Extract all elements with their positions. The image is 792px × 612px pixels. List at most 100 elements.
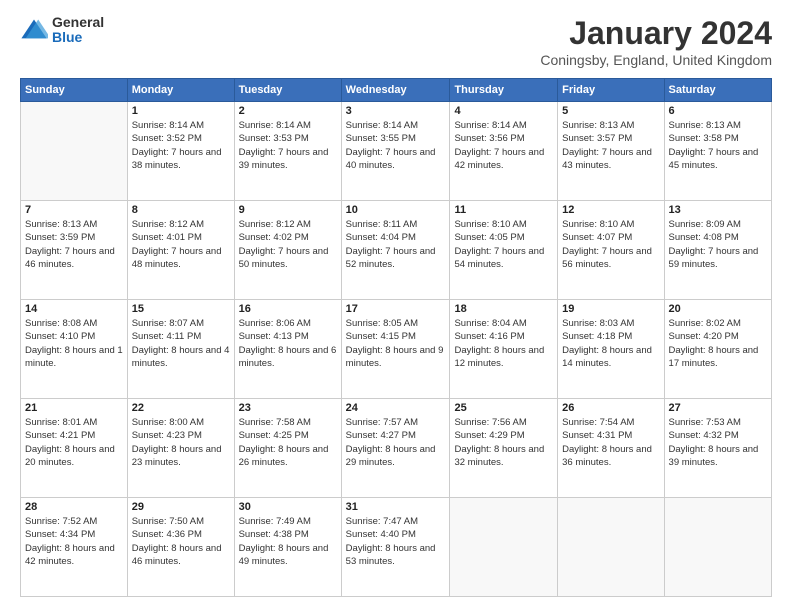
col-monday: Monday <box>127 79 234 102</box>
cell-sunrise: Sunrise: 7:57 AM <box>346 416 446 429</box>
cell-daylight: Daylight: 8 hours and 14 minutes. <box>562 344 659 371</box>
cell-sunrise: Sunrise: 8:10 AM <box>562 218 659 231</box>
cell-day-number: 18 <box>454 303 553 315</box>
calendar-week-row: 14 Sunrise: 8:08 AM Sunset: 4:10 PM Dayl… <box>21 300 772 399</box>
logo-general-label: General <box>52 15 104 30</box>
cell-sunrise: Sunrise: 8:05 AM <box>346 317 446 330</box>
cell-day-number: 8 <box>132 204 230 216</box>
table-row: 6 Sunrise: 8:13 AM Sunset: 3:58 PM Dayli… <box>664 102 771 201</box>
cell-daylight: Daylight: 7 hours and 56 minutes. <box>562 245 659 272</box>
cell-sunset: Sunset: 4:23 PM <box>132 429 230 442</box>
cell-sunset: Sunset: 4:04 PM <box>346 231 446 244</box>
cell-sunset: Sunset: 3:57 PM <box>562 132 659 145</box>
cell-sunset: Sunset: 4:21 PM <box>25 429 123 442</box>
cell-daylight: Daylight: 7 hours and 59 minutes. <box>669 245 767 272</box>
cell-day-number: 21 <box>25 402 123 414</box>
table-row: 27 Sunrise: 7:53 AM Sunset: 4:32 PM Dayl… <box>664 399 771 498</box>
cell-daylight: Daylight: 8 hours and 17 minutes. <box>669 344 767 371</box>
table-row: 19 Sunrise: 8:03 AM Sunset: 4:18 PM Dayl… <box>558 300 664 399</box>
cell-day-number: 17 <box>346 303 446 315</box>
cell-day-number: 13 <box>669 204 767 216</box>
table-row: 1 Sunrise: 8:14 AM Sunset: 3:52 PM Dayli… <box>127 102 234 201</box>
cell-sunset: Sunset: 4:36 PM <box>132 528 230 541</box>
cell-sunset: Sunset: 4:20 PM <box>669 330 767 343</box>
cell-day-number: 5 <box>562 105 659 117</box>
cell-sunset: Sunset: 4:25 PM <box>239 429 337 442</box>
cell-sunset: Sunset: 4:15 PM <box>346 330 446 343</box>
cell-sunrise: Sunrise: 8:13 AM <box>669 119 767 132</box>
cell-day-number: 9 <box>239 204 337 216</box>
table-row: 24 Sunrise: 7:57 AM Sunset: 4:27 PM Dayl… <box>341 399 450 498</box>
cell-sunset: Sunset: 4:02 PM <box>239 231 337 244</box>
cell-daylight: Daylight: 7 hours and 52 minutes. <box>346 245 446 272</box>
cell-sunrise: Sunrise: 8:14 AM <box>346 119 446 132</box>
cell-sunset: Sunset: 4:07 PM <box>562 231 659 244</box>
cell-day-number: 4 <box>454 105 553 117</box>
col-friday: Friday <box>558 79 664 102</box>
table-row: 12 Sunrise: 8:10 AM Sunset: 4:07 PM Dayl… <box>558 201 664 300</box>
cell-day-number: 31 <box>346 501 446 513</box>
cell-sunrise: Sunrise: 8:06 AM <box>239 317 337 330</box>
table-row: 15 Sunrise: 8:07 AM Sunset: 4:11 PM Dayl… <box>127 300 234 399</box>
cell-daylight: Daylight: 8 hours and 46 minutes. <box>132 542 230 569</box>
cell-daylight: Daylight: 7 hours and 48 minutes. <box>132 245 230 272</box>
cell-sunrise: Sunrise: 8:12 AM <box>132 218 230 231</box>
cell-daylight: Daylight: 8 hours and 1 minute. <box>25 344 123 371</box>
table-row: 22 Sunrise: 8:00 AM Sunset: 4:23 PM Dayl… <box>127 399 234 498</box>
cell-sunrise: Sunrise: 8:03 AM <box>562 317 659 330</box>
header: General Blue January 2024 Coningsby, Eng… <box>20 15 772 68</box>
cell-sunrise: Sunrise: 8:14 AM <box>239 119 337 132</box>
cell-sunrise: Sunrise: 7:52 AM <box>25 515 123 528</box>
cell-sunrise: Sunrise: 8:14 AM <box>454 119 553 132</box>
cell-sunset: Sunset: 4:13 PM <box>239 330 337 343</box>
cell-sunset: Sunset: 4:18 PM <box>562 330 659 343</box>
cell-day-number: 28 <box>25 501 123 513</box>
month-title: January 2024 <box>540 15 772 52</box>
cell-sunrise: Sunrise: 7:54 AM <box>562 416 659 429</box>
cell-day-number: 11 <box>454 204 553 216</box>
table-row: 3 Sunrise: 8:14 AM Sunset: 3:55 PM Dayli… <box>341 102 450 201</box>
cell-sunrise: Sunrise: 8:13 AM <box>25 218 123 231</box>
cell-daylight: Daylight: 7 hours and 46 minutes. <box>25 245 123 272</box>
cell-sunrise: Sunrise: 7:49 AM <box>239 515 337 528</box>
calendar-week-row: 7 Sunrise: 8:13 AM Sunset: 3:59 PM Dayli… <box>21 201 772 300</box>
cell-sunrise: Sunrise: 7:58 AM <box>239 416 337 429</box>
cell-sunset: Sunset: 3:55 PM <box>346 132 446 145</box>
table-row: 29 Sunrise: 7:50 AM Sunset: 4:36 PM Dayl… <box>127 498 234 597</box>
table-row: 28 Sunrise: 7:52 AM Sunset: 4:34 PM Dayl… <box>21 498 128 597</box>
logo: General Blue <box>20 15 104 46</box>
table-row: 13 Sunrise: 8:09 AM Sunset: 4:08 PM Dayl… <box>664 201 771 300</box>
table-row: 9 Sunrise: 8:12 AM Sunset: 4:02 PM Dayli… <box>234 201 341 300</box>
cell-daylight: Daylight: 8 hours and 42 minutes. <box>25 542 123 569</box>
cell-sunset: Sunset: 4:38 PM <box>239 528 337 541</box>
table-row: 2 Sunrise: 8:14 AM Sunset: 3:53 PM Dayli… <box>234 102 341 201</box>
table-row: 26 Sunrise: 7:54 AM Sunset: 4:31 PM Dayl… <box>558 399 664 498</box>
cell-day-number: 29 <box>132 501 230 513</box>
table-row: 18 Sunrise: 8:04 AM Sunset: 4:16 PM Dayl… <box>450 300 558 399</box>
calendar-week-row: 28 Sunrise: 7:52 AM Sunset: 4:34 PM Dayl… <box>21 498 772 597</box>
cell-sunrise: Sunrise: 8:02 AM <box>669 317 767 330</box>
cell-sunset: Sunset: 3:58 PM <box>669 132 767 145</box>
cell-day-number: 24 <box>346 402 446 414</box>
calendar-header-row: Sunday Monday Tuesday Wednesday Thursday… <box>21 79 772 102</box>
cell-daylight: Daylight: 7 hours and 38 minutes. <box>132 146 230 173</box>
cell-sunrise: Sunrise: 8:10 AM <box>454 218 553 231</box>
cell-sunset: Sunset: 3:53 PM <box>239 132 337 145</box>
cell-sunset: Sunset: 4:40 PM <box>346 528 446 541</box>
cell-sunset: Sunset: 4:05 PM <box>454 231 553 244</box>
cell-daylight: Daylight: 8 hours and 20 minutes. <box>25 443 123 470</box>
cell-day-number: 14 <box>25 303 123 315</box>
cell-sunrise: Sunrise: 8:09 AM <box>669 218 767 231</box>
cell-day-number: 26 <box>562 402 659 414</box>
calendar-table: Sunday Monday Tuesday Wednesday Thursday… <box>20 78 772 597</box>
cell-sunrise: Sunrise: 8:00 AM <box>132 416 230 429</box>
cell-day-number: 27 <box>669 402 767 414</box>
cell-daylight: Daylight: 8 hours and 39 minutes. <box>669 443 767 470</box>
logo-text: General Blue <box>52 15 104 46</box>
table-row: 20 Sunrise: 8:02 AM Sunset: 4:20 PM Dayl… <box>664 300 771 399</box>
cell-daylight: Daylight: 8 hours and 32 minutes. <box>454 443 553 470</box>
cell-daylight: Daylight: 7 hours and 50 minutes. <box>239 245 337 272</box>
calendar-week-row: 21 Sunrise: 8:01 AM Sunset: 4:21 PM Dayl… <box>21 399 772 498</box>
cell-day-number: 22 <box>132 402 230 414</box>
cell-daylight: Daylight: 7 hours and 45 minutes. <box>669 146 767 173</box>
